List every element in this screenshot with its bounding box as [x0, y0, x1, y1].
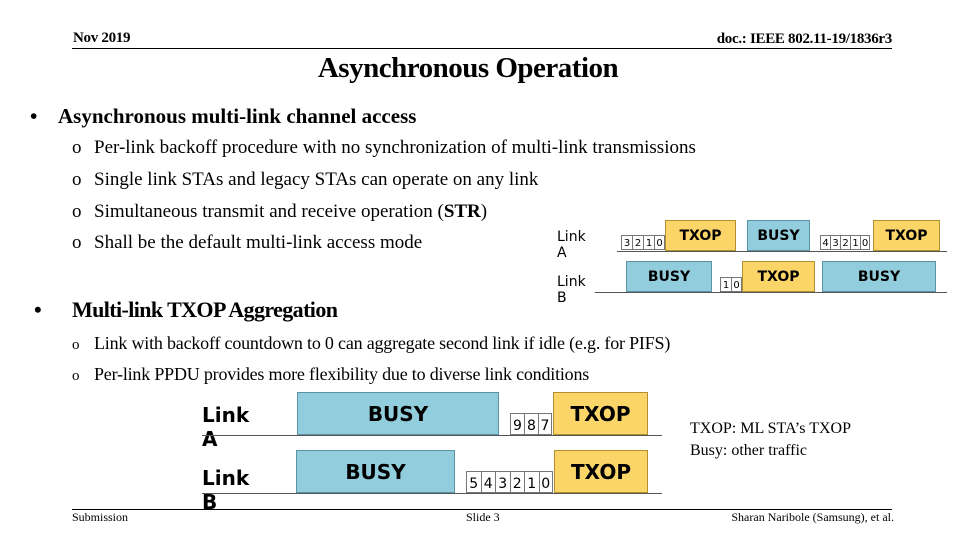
link-a-label: Link A	[557, 229, 586, 261]
section-1-item: o Per-link backoff procedure with no sync…	[72, 137, 696, 159]
counter-cell: 4	[480, 471, 495, 493]
counter-cell: 5	[466, 471, 481, 493]
header-doc-id: doc.: IEEE 802.11-19/1836r3	[716, 31, 893, 47]
item-text: Per-link backoff procedure with no synch…	[94, 137, 696, 158]
footer-submission: Submission	[72, 510, 129, 524]
circle-bullet-icon: o	[72, 201, 82, 222]
txop-block: TXOP	[553, 392, 648, 435]
slide-title: Asynchronous Operation	[317, 52, 619, 84]
link-a-label: Link A	[202, 403, 250, 451]
link-b-label: Link B	[557, 274, 586, 306]
counter-cell: 1	[850, 235, 860, 250]
backoff-counter: 4 3 2 1 0	[820, 235, 870, 250]
txop-block: TXOP	[665, 220, 736, 251]
section-1-heading-text: Asynchronous multi-link channel access	[58, 104, 417, 128]
counter-cell: 1	[524, 471, 539, 493]
section-1-item: o Simultaneous transmit and receive opera…	[72, 201, 487, 223]
counter-cell: 7	[538, 413, 552, 435]
backoff-counter: 9 8 7	[510, 413, 552, 435]
item-text-bold: STR	[443, 201, 481, 222]
section-2-item: o Per-link PPDU provides more flexibility…	[72, 364, 589, 385]
backoff-counter: 1 0	[720, 277, 742, 292]
counter-cell: 0	[860, 235, 870, 250]
circle-bullet-icon: o	[72, 232, 82, 253]
counter-cell: 3	[830, 235, 840, 250]
txop-block: TXOP	[873, 220, 940, 251]
counter-cell: 0	[654, 235, 665, 250]
circle-bullet-icon: o	[72, 368, 80, 384]
header-divider	[72, 48, 892, 49]
counter-cell: 2	[509, 471, 524, 493]
link-b-timeline	[202, 493, 662, 494]
counter-cell: 1	[643, 235, 654, 250]
section-1-item: o Single link STAs and legacy STAs can op…	[72, 169, 538, 191]
txop-block: TXOP	[742, 261, 815, 292]
section-1-item: o Shall be the default multi-link access …	[72, 232, 422, 254]
circle-bullet-icon: o	[72, 337, 80, 353]
bullet-icon: •	[30, 104, 38, 128]
txop-block: TXOP	[554, 450, 648, 493]
backoff-counter: 5 4 3 2 1 0	[466, 471, 553, 493]
counter-cell: 0	[731, 277, 742, 292]
counter-cell: 4	[820, 235, 830, 250]
section-2-heading-text: Multi-link TXOP Aggregation	[72, 297, 338, 322]
link-b-label: Link B	[202, 466, 250, 514]
item-text: Per-link PPDU provides more flexibility …	[94, 364, 590, 384]
counter-cell: 3	[621, 235, 632, 250]
footer-author: Sharan Naribole (Samsung), et al.	[731, 510, 894, 524]
bullet-icon: •	[34, 297, 42, 322]
counter-cell: 3	[495, 471, 510, 493]
counter-cell: 8	[524, 413, 538, 435]
section-2-heading: • Multi-link TXOP Aggregation	[34, 297, 338, 323]
backoff-counter: 3 2 1 0	[621, 235, 665, 250]
busy-block: BUSY	[747, 220, 810, 251]
counter-cell: 0	[538, 471, 553, 493]
busy-block: BUSY	[296, 450, 455, 493]
item-text: Shall be the default multi-link access m…	[94, 232, 423, 253]
circle-bullet-icon: o	[72, 169, 82, 190]
counter-cell: 2	[632, 235, 643, 250]
link-a-timeline	[202, 435, 662, 436]
diagram-legend: TXOP: ML STA’s TXOP Busy: other traffic	[690, 418, 851, 462]
item-text: )	[480, 201, 488, 222]
legend-busy: Busy: other traffic	[690, 442, 808, 459]
link-a-timeline	[617, 251, 947, 252]
busy-block: BUSY	[297, 392, 499, 435]
section-2-item: o Link with backoff countdown to 0 can ag…	[72, 333, 670, 354]
counter-cell: 9	[510, 413, 524, 435]
item-text: Single link STAs and legacy STAs can ope…	[94, 169, 539, 190]
section-1-heading: • Asynchronous multi-link channel access	[30, 104, 416, 129]
footer-slide-number: Slide 3	[466, 510, 500, 524]
counter-cell: 2	[840, 235, 850, 250]
busy-block: BUSY	[626, 261, 712, 292]
item-text: Simultaneous transmit and receive operat…	[94, 201, 444, 222]
legend-txop: TXOP: ML STA’s TXOP	[690, 420, 851, 437]
header-date: Nov 2019	[73, 30, 131, 46]
counter-cell: 1	[720, 277, 731, 292]
busy-block: BUSY	[822, 261, 936, 292]
link-b-timeline	[595, 292, 947, 293]
circle-bullet-icon: o	[72, 137, 82, 158]
item-text: Link with backoff countdown to 0 can agg…	[94, 333, 671, 353]
